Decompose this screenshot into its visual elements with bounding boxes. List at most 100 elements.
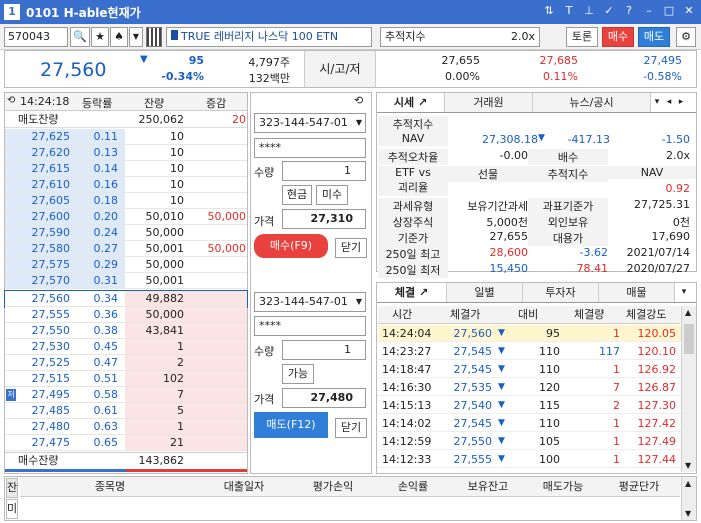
tab-daily[interactable]: 일별 (447, 283, 523, 302)
scroll-down-icon[interactable]: ▼ (685, 509, 691, 518)
stock-code-input[interactable]: 570043 (4, 27, 68, 47)
scroll-down-icon[interactable]: ▼ (685, 461, 691, 470)
check-icon[interactable]: ✓ (601, 3, 617, 19)
buy-submit-button[interactable]: 매수(F9) (254, 234, 328, 258)
scroll-thumb[interactable] (684, 324, 694, 354)
pin-icon[interactable]: ⊥ (581, 3, 597, 19)
chevron-right-icon[interactable]: ▸ (675, 93, 687, 112)
menu-icon[interactable]: ▾ (651, 93, 663, 112)
sell-submit-button[interactable]: 매도(F12) (254, 412, 328, 438)
buy-password-input[interactable]: **** (254, 138, 366, 158)
chevron-down-icon[interactable]: ▼ (129, 27, 143, 47)
star-icon[interactable]: ★ (91, 27, 109, 47)
unfilled-button[interactable]: 미수 (316, 185, 348, 205)
bid-qty: 49,882 (145, 292, 185, 305)
tab-volume-profile[interactable]: 매물 (599, 283, 675, 302)
buy-close-button[interactable]: 닫기 (335, 238, 367, 258)
buy-account-select[interactable]: 323-144-547-01 ▼ (254, 113, 366, 133)
stock-name[interactable]: TRUE 레버리지 나스닥 100 ETN (166, 27, 372, 47)
buy-button[interactable]: 매수 (602, 27, 634, 47)
bid-rate: 0.38 (93, 324, 119, 337)
base-label: 과표기준가 (528, 198, 608, 214)
text-icon[interactable]: T (561, 3, 577, 19)
trade-row: 14:23:27 27,545 110 117 120.10 ▼ (378, 343, 696, 360)
sell-close-button[interactable]: 닫기 (335, 418, 367, 438)
help-icon[interactable]: ? (621, 3, 637, 19)
refresh-icon[interactable]: ⟲ (7, 95, 15, 106)
bid-qty: 102 (163, 372, 184, 385)
bid-price: 27,550 (31, 324, 71, 337)
buy-pressure-bar (126, 469, 247, 472)
close-icon[interactable]: ✕ (681, 3, 697, 19)
buy-price-input[interactable]: 27,310 (282, 209, 366, 229)
open-price: 27,655 (441, 54, 481, 67)
tab-trades[interactable]: 체결 ↗ (377, 283, 447, 302)
sell-price-input[interactable]: 27,480 (282, 388, 366, 408)
grid-icon[interactable] (146, 27, 162, 47)
bid-qty: 5 (177, 404, 184, 417)
ask-qty: 10 (170, 130, 184, 143)
tab-news[interactable]: 뉴스/공시 (533, 93, 651, 112)
trades-list: 14:24:04 27,560 95 1 120.05 ▼ 14:23:27 27,545 11… (378, 325, 696, 471)
trade-vol: 1 (613, 363, 620, 376)
trade-price: 27,540 (453, 399, 493, 412)
buy-total-label: 매수잔량 (18, 454, 59, 467)
nav-value: 27,308.18 (482, 133, 538, 146)
tab-investor[interactable]: 투자자 (523, 283, 599, 302)
sell-total-change: 20 (232, 113, 246, 126)
trade-time: 14:16:30 (382, 381, 432, 394)
swap-icon[interactable]: ⟲ (354, 94, 363, 107)
scroll-up-icon[interactable]: ▲ (685, 479, 691, 488)
sell-qty-label: 수량 (254, 345, 275, 358)
sell-qty-input[interactable]: 1 (282, 340, 366, 360)
link-icon[interactable]: ⇅ (541, 3, 557, 19)
flag-icon (171, 30, 178, 40)
tab-quote[interactable]: 시세 ↗ (377, 93, 445, 112)
unfilled-tab[interactable]: 미 (6, 499, 18, 519)
spade-icon[interactable]: ♠ (110, 27, 128, 47)
buy-total: 143,862 (138, 454, 185, 467)
search-icon[interactable]: 🔍 (70, 27, 90, 47)
available-button[interactable]: 가능 (282, 364, 314, 384)
etf-vs-label: ETF vs (395, 166, 431, 179)
tab-broker[interactable]: 거래원 (445, 93, 533, 112)
ask-rate: 0.11 (93, 130, 119, 143)
buy-qty-label: 수량 (254, 166, 275, 179)
bid-qty: 21 (170, 436, 184, 449)
ask-qty: 50,000 (145, 226, 185, 239)
trades-scrollbar[interactable]: ▲ ▼ (681, 306, 696, 472)
tab-trades-label: 체결 (394, 286, 416, 299)
bid-qty: 1 (177, 340, 184, 353)
holdings-scrollbar[interactable]: ▲ ▼ (681, 477, 696, 520)
ask-price: 27,615 (31, 162, 71, 175)
sell-button[interactable]: 매도 (638, 27, 670, 47)
foreign-value: 0천 (672, 216, 690, 229)
etf-vs-header: ETF vs 괴리율 (378, 166, 448, 196)
popout-icon: ↗ (417, 96, 428, 109)
lo250-value: 15,450 (489, 262, 529, 275)
gear-icon[interactable]: ⚙ (676, 27, 696, 47)
chevron-left-icon[interactable]: ◂ (663, 93, 675, 112)
menu-icon[interactable]: ▾ (675, 283, 693, 302)
scroll-up-icon[interactable]: ▲ (685, 308, 691, 317)
current-price: 27,560 (40, 59, 107, 81)
buy-qty-input[interactable]: 1 (282, 161, 366, 181)
sell-password-input[interactable]: **** (254, 316, 366, 336)
header-rate: 등락률 (82, 97, 113, 110)
ask-rate: 0.18 (93, 194, 119, 207)
ask-qty: 50,000 (145, 258, 185, 271)
cash-button[interactable]: 현금 (282, 185, 312, 205)
tracking-box: 추적지수 2.0x (380, 27, 540, 47)
bid-rate: 0.61 (93, 404, 119, 417)
low-pct: -0.58% (643, 70, 682, 83)
minimize-icon[interactable]: – (641, 3, 657, 19)
maximize-icon[interactable]: □ (661, 3, 677, 19)
bid-price: 27,475 (31, 436, 71, 449)
holdings-tab[interactable]: 잔 (6, 478, 18, 498)
err-label: 추적오차율 (378, 149, 448, 165)
price-change: 95 (188, 54, 204, 67)
ask-rate: 0.20 (93, 210, 119, 223)
discussion-button[interactable]: 토론 (566, 27, 598, 47)
sell-account-select[interactable]: 323-144-547-01 ▼ (254, 292, 366, 312)
trade-row: 14:14:02 27,545 110 1 127.42 ▼ (378, 415, 696, 432)
